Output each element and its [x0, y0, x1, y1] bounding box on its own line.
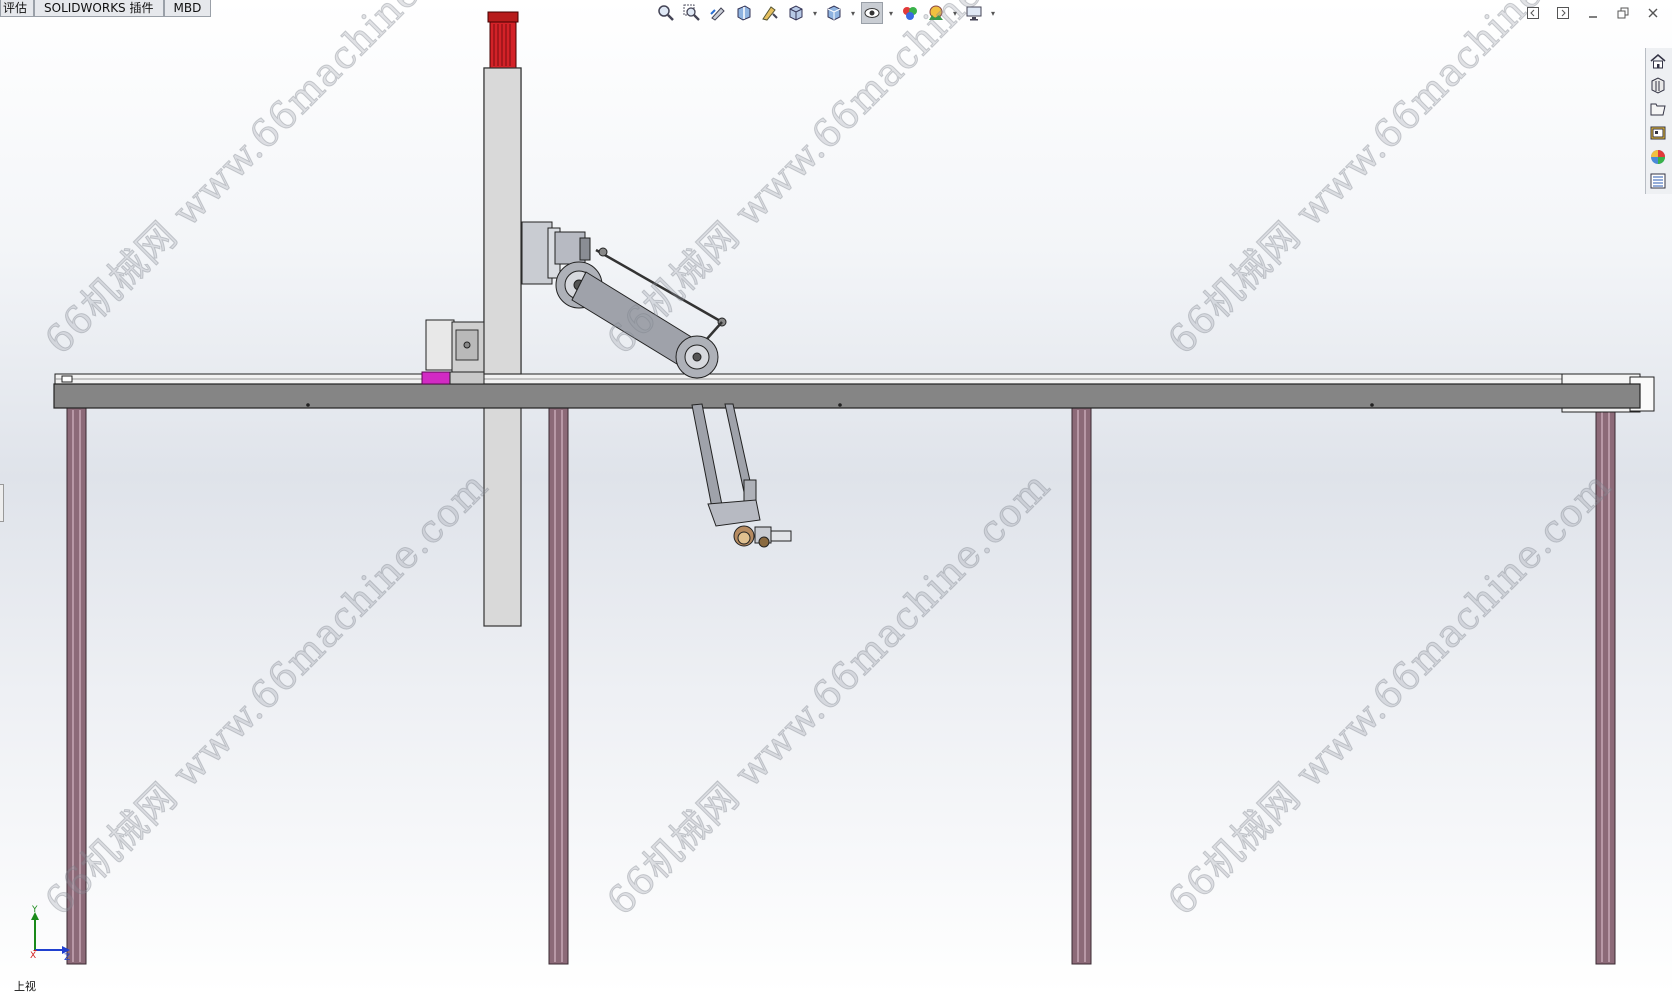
triad-x-label: X	[30, 951, 36, 961]
table-legs	[66, 407, 1616, 965]
triad-y-label: Y	[31, 905, 38, 915]
carriage-drive	[421, 319, 485, 385]
servo-motor	[487, 11, 519, 69]
coordinate-triad	[31, 912, 70, 954]
horizontal-beam	[53, 383, 1641, 409]
view-name-label: 上视	[14, 980, 36, 993]
graphics-area[interactable]: Y X Z	[0, 0, 1672, 994]
triad-z-label: Z	[64, 953, 70, 963]
